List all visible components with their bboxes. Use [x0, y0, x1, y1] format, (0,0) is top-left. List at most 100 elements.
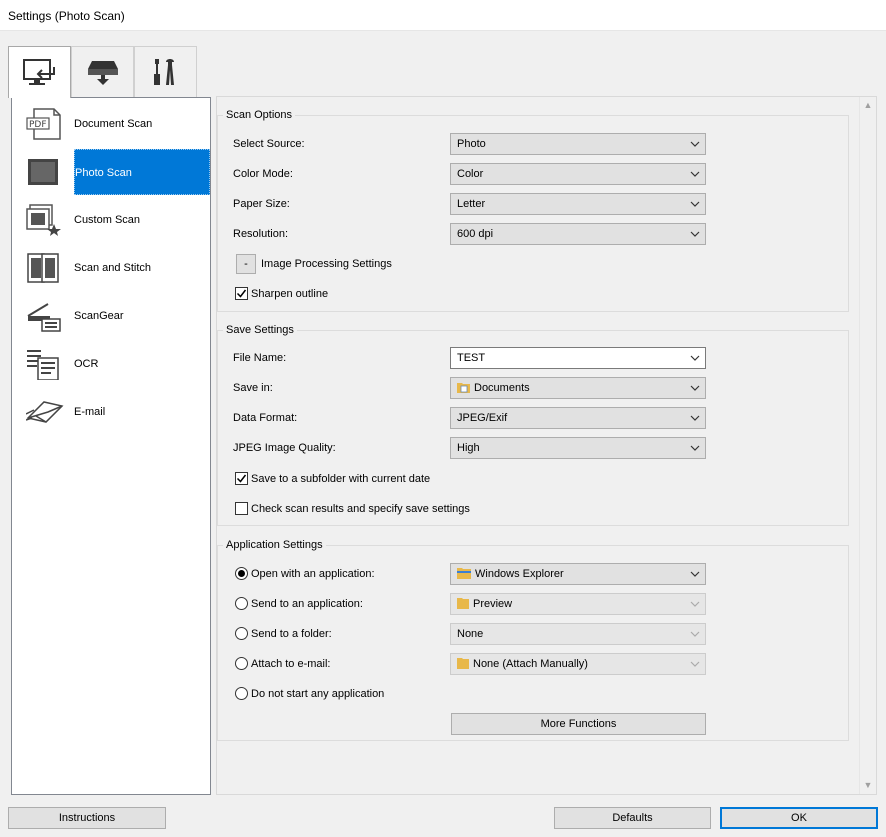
ocr-text-icon	[26, 348, 62, 381]
send-to-folder-dropdown[interactable]: None	[450, 623, 706, 645]
group-legend: Application Settings	[226, 539, 323, 551]
paper-size-dropdown[interactable]: Letter	[450, 193, 706, 215]
nav-item-photo-scan[interactable]: Photo Scan	[12, 148, 210, 196]
nav-item-label: Custom Scan	[74, 214, 141, 226]
tab-scan-from-computer[interactable]	[8, 46, 71, 98]
scroll-up-icon[interactable]: ▲	[860, 97, 876, 114]
save-in-label: Save in:	[233, 382, 273, 394]
select-source-dropdown[interactable]: Photo	[450, 133, 706, 155]
monitor-scan-icon	[22, 58, 55, 85]
send-to-folder-row[interactable]: Send to a folder:	[233, 623, 453, 645]
chevron-down-icon	[690, 355, 700, 361]
jpeg-quality-value: High	[457, 442, 480, 454]
send-to-folder-value: None	[457, 628, 484, 640]
nav-item-custom-scan[interactable]: Custom Scan	[12, 196, 210, 244]
scan-type-list: PDF Document Scan Photo Scan Custom Scan	[11, 97, 211, 795]
open-with-app-label: Open with an application:	[251, 568, 375, 580]
folder-icon	[457, 598, 469, 610]
chevron-down-icon	[690, 201, 700, 207]
resolution-value: 600 dpi	[457, 228, 494, 240]
open-with-app-row[interactable]: Open with an application:	[233, 563, 453, 585]
scroll-down-icon[interactable]: ▼	[860, 777, 876, 794]
attach-email-row[interactable]: Attach to e-mail:	[233, 653, 453, 675]
data-format-label: Data Format:	[233, 412, 298, 424]
check-results-label: Check scan results and specify save sett…	[251, 503, 470, 515]
data-format-value: JPEG/Exif	[457, 412, 508, 424]
nav-item-scan-and-stitch[interactable]: Scan and Stitch	[12, 244, 210, 292]
send-to-app-radio[interactable]	[235, 597, 248, 610]
chevron-down-icon	[690, 601, 700, 607]
data-format-dropdown[interactable]: JPEG/Exif	[450, 407, 706, 429]
no-app-radio[interactable]	[235, 687, 248, 700]
sharpen-outline-checkbox[interactable]	[235, 287, 248, 300]
save-in-value: Documents	[474, 382, 530, 394]
resolution-dropdown[interactable]: 600 dpi	[450, 223, 706, 245]
select-source-label: Select Source:	[233, 138, 305, 150]
nav-item-label: Scan and Stitch	[74, 262, 152, 274]
photo-icon	[26, 156, 62, 188]
nav-item-email[interactable]: E-mail	[12, 388, 210, 436]
check-results-checkbox[interactable]	[235, 502, 248, 515]
chevron-down-icon	[690, 141, 700, 147]
attach-email-dropdown[interactable]: None (Attach Manually)	[450, 653, 706, 675]
defaults-button[interactable]: Defaults	[554, 807, 711, 829]
checkmark-icon	[236, 474, 247, 483]
nav-item-document-scan[interactable]: PDF Document Scan	[12, 100, 210, 148]
color-mode-dropdown[interactable]: Color	[450, 163, 706, 185]
nav-item-label: OCR	[74, 358, 99, 370]
send-to-app-dropdown[interactable]: Preview	[450, 593, 706, 615]
tab-general-settings[interactable]	[134, 46, 197, 97]
attach-email-radio[interactable]	[235, 657, 248, 670]
nav-item-label: ScanGear	[74, 310, 124, 322]
chevron-down-icon	[690, 445, 700, 451]
sharpen-outline-row[interactable]: Sharpen outline	[233, 283, 533, 305]
ok-button[interactable]: OK	[720, 807, 878, 829]
resolution-label: Resolution:	[233, 228, 289, 240]
jpeg-quality-dropdown[interactable]: High	[450, 437, 706, 459]
folder-icon	[457, 658, 469, 670]
nav-item-scangear[interactable]: ScanGear	[12, 292, 210, 340]
attach-email-value: None (Attach Manually)	[473, 658, 588, 670]
check-results-row[interactable]: Check scan results and specify save sett…	[233, 498, 633, 520]
paper-size-value: Letter	[457, 198, 486, 210]
scanner-download-icon	[87, 61, 118, 85]
image-processing-label: Image Processing Settings	[261, 258, 392, 270]
chevron-down-icon	[690, 631, 700, 637]
instructions-button[interactable]: Instructions	[8, 807, 166, 829]
settings-panel: Scan Options Select Source: Photo Color …	[216, 96, 877, 795]
custom-scan-star-icon	[26, 204, 62, 236]
checkmark-icon	[236, 289, 247, 298]
paper-size-label: Paper Size:	[233, 198, 290, 210]
subfolder-checkbox[interactable]	[235, 472, 248, 485]
color-mode-label: Color Mode:	[233, 168, 293, 180]
scanner-icon	[26, 300, 62, 332]
nav-item-label: Document Scan	[74, 118, 153, 130]
open-with-app-radio[interactable]	[235, 567, 248, 580]
send-to-folder-radio[interactable]	[235, 627, 248, 640]
open-with-app-dropdown[interactable]: Windows Explorer	[450, 563, 706, 585]
tab-scan-from-operation-panel[interactable]	[71, 46, 134, 97]
send-to-app-label: Send to an application:	[251, 598, 363, 610]
nav-item-label: E-mail	[74, 406, 106, 418]
send-to-folder-label: Send to a folder:	[251, 628, 332, 640]
stitch-icon	[26, 252, 62, 284]
image-processing-collapse-button[interactable]: -	[236, 254, 256, 274]
nav-item-ocr[interactable]: OCR	[12, 340, 210, 388]
jpeg-quality-label: JPEG Image Quality:	[233, 442, 336, 454]
svg-text:PDF: PDF	[29, 120, 47, 130]
subfolder-label: Save to a subfolder with current date	[251, 473, 431, 485]
no-app-row[interactable]: Do not start any application	[233, 683, 533, 705]
pdf-document-icon: PDF	[26, 108, 62, 140]
vertical-scrollbar[interactable]: ▲ ▼	[859, 97, 876, 794]
save-in-dropdown[interactable]: Documents	[450, 377, 706, 399]
file-name-value: TEST	[457, 352, 486, 364]
send-to-app-row[interactable]: Send to an application:	[233, 593, 453, 615]
group-legend: Scan Options	[226, 109, 293, 121]
subfolder-row[interactable]: Save to a subfolder with current date	[233, 468, 633, 490]
color-mode-value: Color	[457, 168, 484, 180]
file-name-combobox[interactable]: TEST	[450, 347, 706, 369]
more-functions-button[interactable]: More Functions	[451, 713, 706, 735]
chevron-down-icon	[690, 571, 700, 577]
nav-item-label: Photo Scan	[74, 149, 210, 195]
group-legend: Save Settings	[226, 324, 294, 336]
